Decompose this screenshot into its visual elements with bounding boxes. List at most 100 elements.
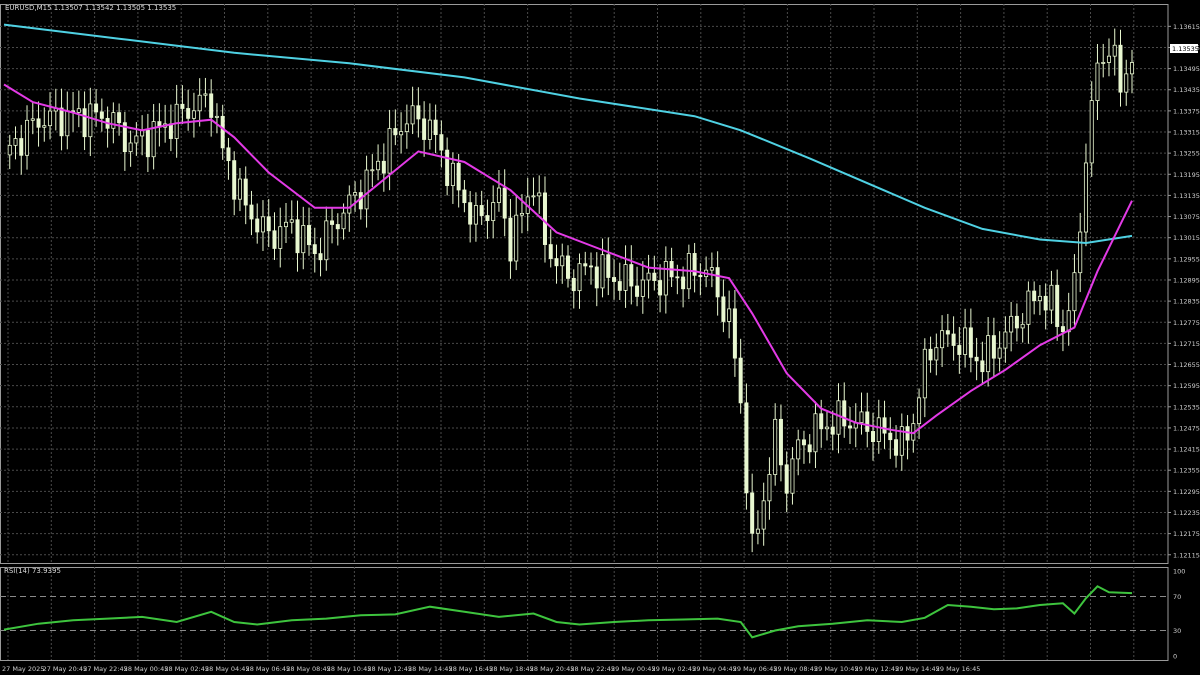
candle-body — [42, 125, 47, 128]
candle-body — [117, 112, 122, 124]
candle-body — [128, 142, 133, 153]
candle-body — [842, 400, 847, 427]
candle-body — [640, 279, 645, 297]
candle-body — [612, 277, 617, 282]
price-tick-label: 1.12475 — [1173, 424, 1200, 432]
candle-body — [940, 330, 945, 349]
candle-body — [168, 123, 173, 139]
candle-body — [1055, 284, 1060, 327]
candle-body — [945, 330, 950, 335]
price-tick-label: 1.12415 — [1173, 446, 1200, 454]
time-tick-label: 27 May 20:45 — [43, 665, 88, 673]
last-price-label: 1.13535 — [1172, 45, 1199, 53]
candle-body — [773, 418, 778, 475]
candle-body — [1083, 162, 1088, 233]
candle-body — [1020, 323, 1025, 329]
candle-body — [99, 111, 104, 119]
price-tick-label: 1.12655 — [1173, 361, 1200, 369]
price-tick-label: 1.13255 — [1173, 150, 1200, 158]
main-grid — [0, 4, 1169, 564]
price-tick-label: 1.12895 — [1173, 276, 1200, 284]
candle-body — [600, 254, 605, 289]
candle-body — [1003, 331, 1008, 349]
candle-body — [289, 219, 294, 223]
candle-body — [473, 205, 478, 225]
candle-body — [784, 464, 789, 494]
candle-body — [358, 192, 363, 210]
candle-body — [249, 204, 254, 220]
candle-body — [617, 281, 622, 291]
candle-body — [278, 226, 283, 249]
rsi-tick-label: 70 — [1173, 593, 1181, 601]
candle-body — [629, 264, 634, 287]
candle-body — [917, 397, 922, 425]
price-tick-label: 1.12295 — [1173, 488, 1200, 496]
candle-body — [36, 118, 41, 128]
time-axis: 27 May 202527 May 20:4527 May 22:4528 Ma… — [2, 665, 980, 673]
candle-body — [1014, 315, 1019, 329]
candle-body — [986, 335, 991, 373]
candle-body — [577, 263, 582, 292]
rsi-frame — [0, 567, 1169, 661]
candle-body — [928, 348, 933, 361]
candle-body — [1089, 100, 1094, 164]
candle-body — [266, 216, 271, 232]
candle-body — [1066, 310, 1071, 333]
candle-body — [416, 105, 421, 120]
time-tick-label: 29 May 06:45 — [733, 665, 778, 673]
candle-body — [974, 356, 979, 362]
price-tick-label: 1.13315 — [1173, 129, 1200, 137]
price-tick-label: 1.13495 — [1173, 65, 1200, 73]
candle-body — [439, 134, 444, 151]
candle-body — [836, 400, 841, 435]
candle-body — [260, 216, 265, 233]
time-tick-label: 28 May 14:45 — [408, 665, 453, 673]
price-tick-label: 1.13375 — [1173, 107, 1200, 115]
candle-body — [180, 103, 185, 109]
candle-body — [318, 253, 323, 261]
candle-body — [197, 94, 202, 112]
candle-body — [1049, 284, 1054, 311]
time-tick-label: 28 May 10:45 — [327, 665, 372, 673]
candle-body — [537, 192, 542, 197]
price-tick-label: 1.12595 — [1173, 382, 1200, 390]
candle-body — [519, 212, 524, 216]
candle-body — [353, 192, 358, 196]
candle-body — [951, 333, 956, 346]
price-chart: 1.136151.135551.134951.134351.133751.133… — [0, 4, 1200, 673]
candle-body — [675, 276, 680, 279]
candle-body — [7, 144, 12, 156]
price-tick-label: 1.13435 — [1173, 86, 1200, 94]
candle-body — [393, 128, 398, 136]
candle-body — [295, 219, 300, 254]
candle-body — [301, 225, 306, 254]
price-tick-label: 1.13075 — [1173, 213, 1200, 221]
candle-body — [589, 265, 594, 268]
price-tick-label: 1.13615 — [1173, 23, 1200, 31]
time-tick-label: 29 May 02:45 — [652, 665, 697, 673]
rsi-axis: 100 70 30 0 — [1173, 568, 1185, 661]
candle-body — [203, 93, 208, 96]
candle-body — [88, 103, 93, 138]
candle-body — [59, 107, 64, 137]
candle-body — [548, 244, 553, 259]
candle-body — [433, 119, 438, 136]
candle-body — [82, 108, 87, 138]
candle-body — [824, 426, 829, 430]
candle-body — [1072, 272, 1077, 312]
candle-body — [255, 218, 260, 233]
price-tick-label: 1.12355 — [1173, 467, 1200, 475]
candle-body — [807, 444, 812, 453]
candle-body — [237, 178, 242, 200]
candle-body — [554, 258, 559, 267]
candle-body — [174, 103, 179, 139]
candle-body — [583, 263, 588, 267]
candle-body — [1060, 326, 1065, 333]
candle-body — [243, 178, 248, 206]
time-tick-label: 27 May 22:45 — [83, 665, 128, 673]
candle-body — [865, 411, 870, 432]
candle-body — [1118, 44, 1123, 93]
candle-body — [1095, 62, 1100, 102]
time-tick-label: 28 May 04:45 — [205, 665, 250, 673]
candle-body — [1009, 315, 1014, 333]
